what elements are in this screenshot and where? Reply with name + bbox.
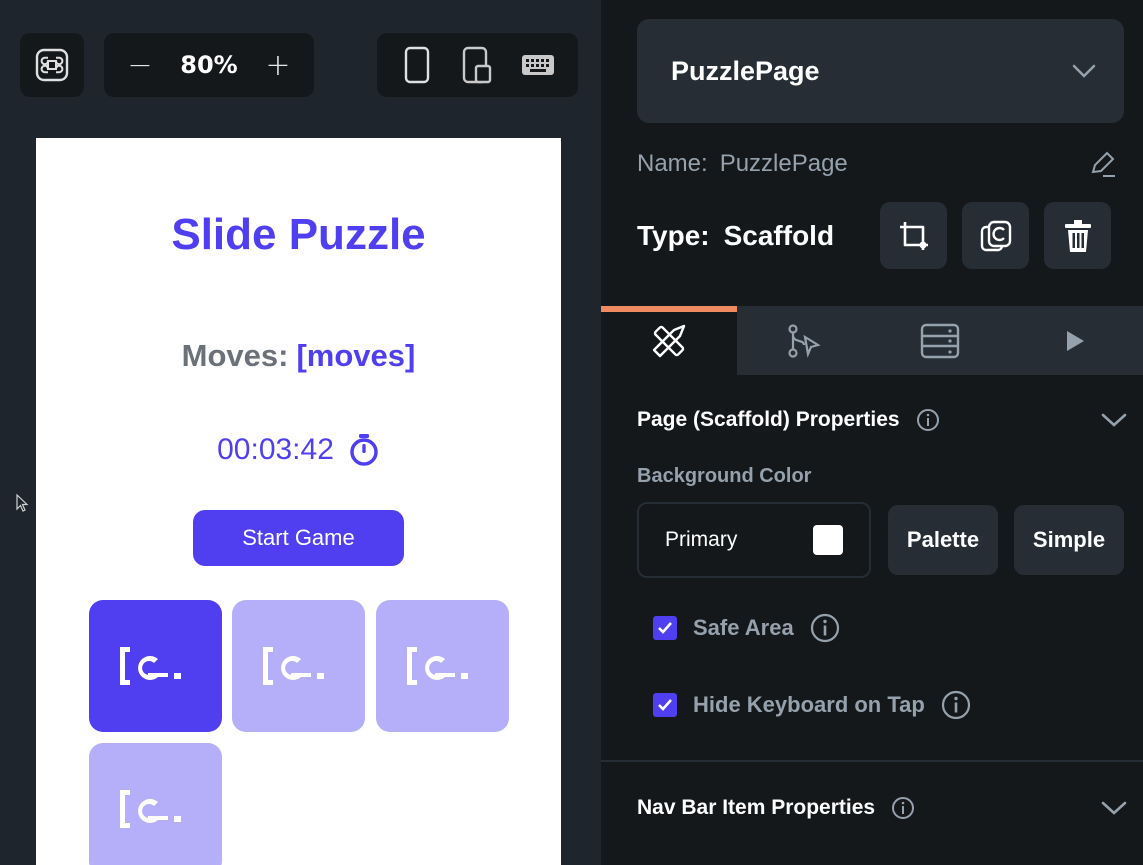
info-icon[interactable] <box>941 690 971 720</box>
tile-logo-icon <box>262 647 324 685</box>
page-name-row: Name: PuzzlePage <box>637 150 1117 178</box>
page-selector-value: PuzzlePage <box>671 55 820 86</box>
nav-bar-properties-title: Nav Bar Item Properties <box>637 796 876 819</box>
command-icon <box>35 48 69 82</box>
device-selector <box>377 33 578 97</box>
delete-page-button[interactable] <box>1044 202 1111 269</box>
name-label: Name: <box>637 150 708 177</box>
type-label: Type: <box>637 219 710 251</box>
tile-logo-icon <box>119 647 181 685</box>
copy-icon <box>980 220 1011 251</box>
info-icon[interactable] <box>891 796 915 820</box>
palette-button[interactable]: Palette <box>888 505 998 575</box>
nav-bar-section-header[interactable]: Nav Bar Item Properties <box>637 796 1127 820</box>
timer-value: 00:03:42 <box>217 433 334 466</box>
keyboard-icon <box>521 55 554 75</box>
zoom-in-button[interactable]: + <box>256 43 300 87</box>
start-game-button[interactable]: Start Game <box>193 510 404 566</box>
puzzle-tile[interactable] <box>89 600 222 732</box>
tab-preview[interactable] <box>1008 306 1143 375</box>
workflow-icon <box>788 323 821 358</box>
background-color-label: Background Color <box>637 465 812 487</box>
background-color-value: Primary <box>665 528 738 551</box>
chevron-down-icon[interactable] <box>1101 800 1127 816</box>
zoom-control: − 80% + <box>104 33 314 97</box>
timer: 00:03:42 <box>36 433 561 467</box>
moves-counter: Moves: [moves] <box>36 338 561 374</box>
puzzle-tile[interactable] <box>89 743 222 865</box>
hide-keyboard-label: Hide Keyboard on Tap <box>693 692 925 717</box>
zoom-level: 80% <box>180 51 238 79</box>
chevron-down-icon <box>1072 64 1096 78</box>
play-icon <box>1067 330 1085 351</box>
background-color-picker[interactable]: Primary <box>637 502 871 578</box>
moves-value: [moves] <box>296 338 416 373</box>
tablet-icon <box>463 46 492 84</box>
phone-device-button[interactable] <box>395 43 439 87</box>
puzzle-tile[interactable] <box>232 600 365 732</box>
tile-logo-icon <box>119 790 181 828</box>
safe-area-checkbox[interactable] <box>653 616 677 640</box>
page-properties-section-header[interactable]: Page (Scaffold) Properties <box>637 408 1127 432</box>
crop-convert-icon <box>899 221 928 250</box>
moves-label: Moves: <box>181 338 289 373</box>
info-icon[interactable] <box>916 408 940 432</box>
zoom-out-button[interactable]: − <box>118 43 162 87</box>
checkmark-icon <box>658 699 672 711</box>
page-selector-dropdown[interactable]: PuzzlePage <box>637 19 1124 123</box>
mouse-cursor-icon <box>16 494 29 512</box>
duplicate-page-button[interactable] <box>962 202 1029 269</box>
ruler-pencil-icon <box>652 324 685 357</box>
database-icon <box>920 323 959 358</box>
type-value: Scaffold <box>723 219 835 251</box>
checkmark-icon <box>658 622 672 634</box>
name-value: PuzzlePage <box>719 150 848 177</box>
section-divider <box>601 760 1143 762</box>
tab-backend-query[interactable] <box>872 306 1008 375</box>
edit-pencil-icon[interactable] <box>1089 150 1117 178</box>
tablet-device-button[interactable] <box>455 43 499 87</box>
page-title: Slide Puzzle <box>171 210 426 259</box>
properties-panel: PuzzlePage Name: PuzzlePage Type: Scaffold <box>601 0 1143 865</box>
info-icon[interactable] <box>810 613 840 643</box>
phone-icon <box>404 46 430 84</box>
page-properties-title: Page (Scaffold) Properties <box>637 408 900 431</box>
tile-logo-icon <box>406 647 468 685</box>
stopwatch-icon <box>350 434 378 466</box>
properties-tabs <box>601 306 1143 375</box>
safe-area-row: Safe Area <box>653 613 840 643</box>
tab-properties[interactable] <box>601 306 737 375</box>
tab-actions[interactable] <box>737 306 873 375</box>
canvas-area: − 80% + Slide Puzzle Moves: [moves] 00:0… <box>0 0 601 865</box>
device-preview: Slide Puzzle Moves: [moves] 00:03:42 Star… <box>36 138 561 865</box>
trash-icon <box>1064 219 1091 252</box>
hide-keyboard-checkbox[interactable] <box>653 693 677 717</box>
keyboard-toggle-button[interactable] <box>516 43 560 87</box>
color-swatch <box>813 525 843 555</box>
convert-component-button[interactable] <box>880 202 947 269</box>
command-palette-button[interactable] <box>20 33 84 97</box>
page-type-row: Type: Scaffold <box>637 202 834 269</box>
chevron-down-icon[interactable] <box>1101 412 1127 428</box>
safe-area-label: Safe Area <box>693 615 794 640</box>
simple-button[interactable]: Simple <box>1014 505 1124 575</box>
hide-keyboard-row: Hide Keyboard on Tap <box>653 690 971 720</box>
puzzle-tile[interactable] <box>376 600 509 732</box>
